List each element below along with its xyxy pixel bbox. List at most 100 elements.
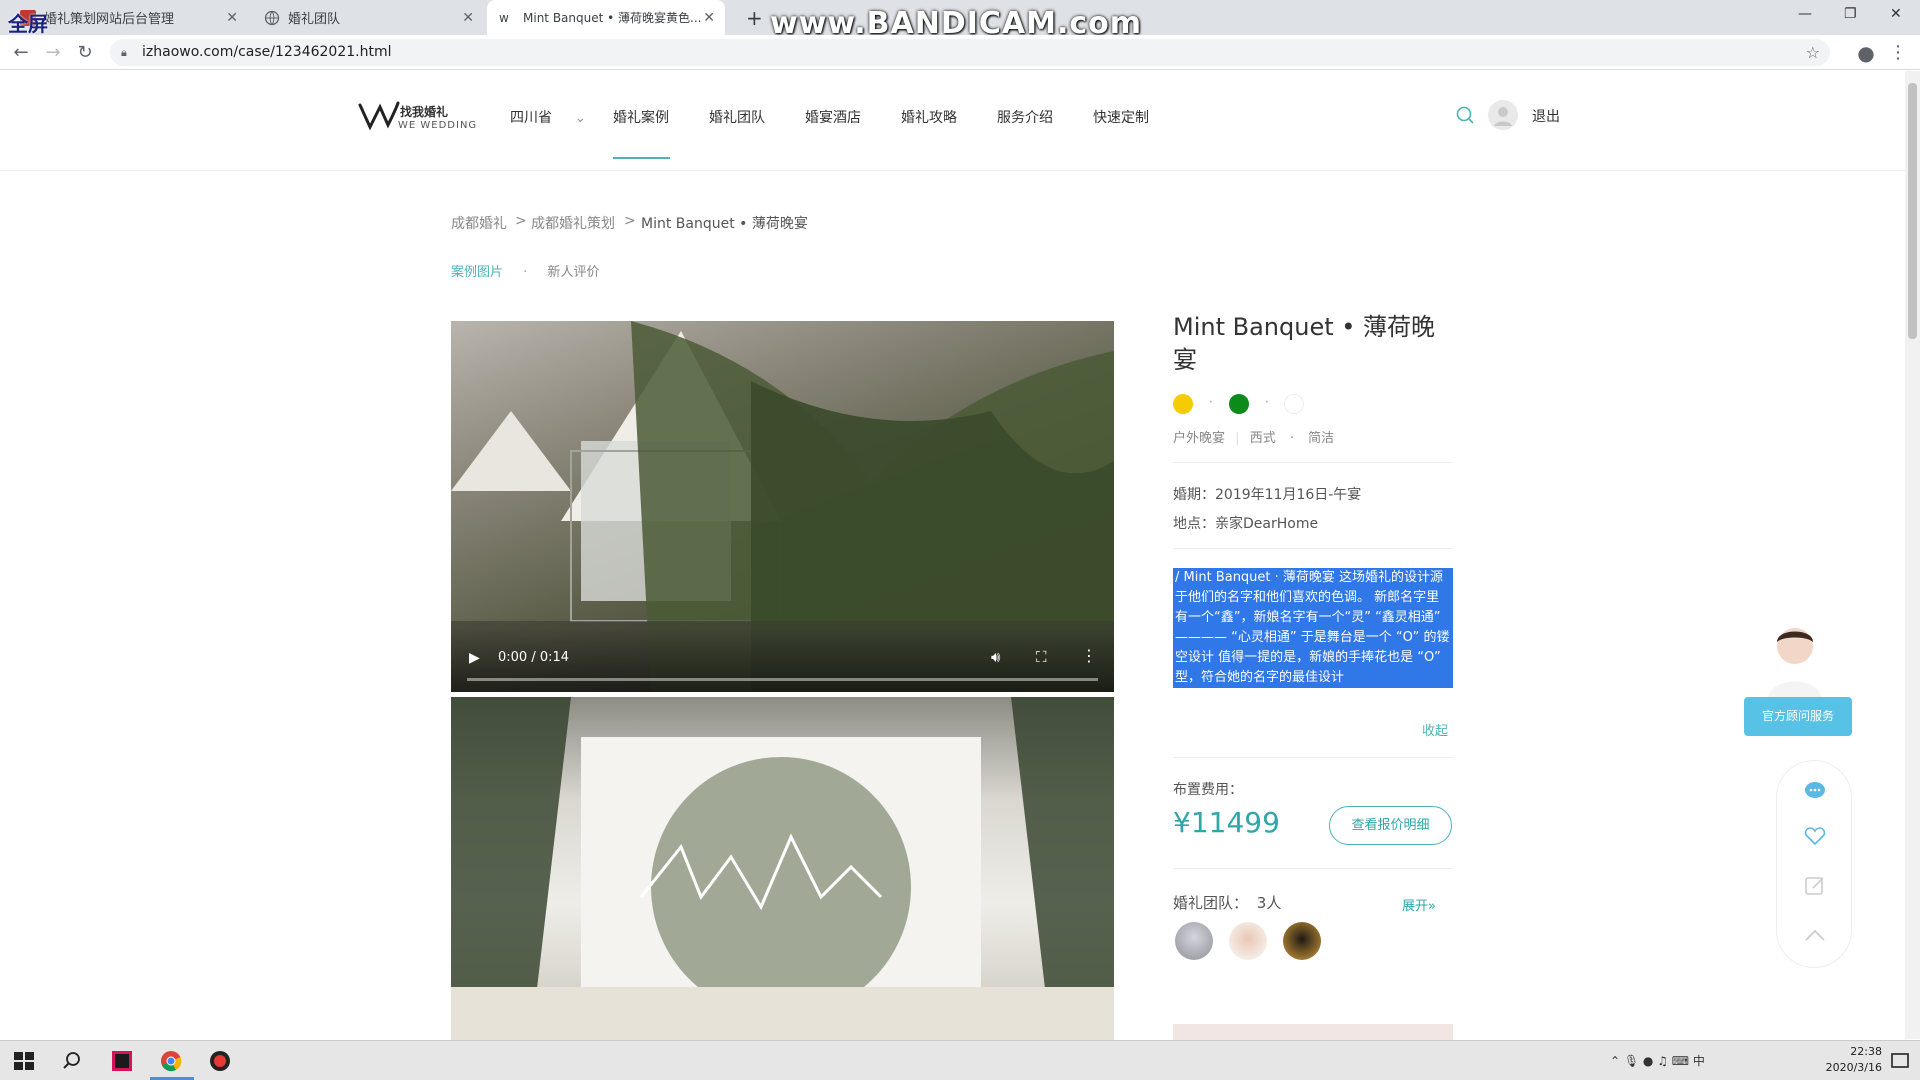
official-consultant-button[interactable]: 官方顾问服务 bbox=[1744, 697, 1852, 736]
region-select[interactable]: 四川省 ⌄ bbox=[510, 107, 586, 127]
address-bar-row: ← → ↻ 🔒︎ izhaowo.com/case/123462021.html… bbox=[0, 35, 1920, 70]
user-avatar[interactable] bbox=[1488, 100, 1518, 130]
case-video[interactable]: ▶ 0:00 / 0:14 🔊︎ ⛶ ⋮ bbox=[451, 321, 1114, 692]
back-icon[interactable]: ← bbox=[10, 42, 32, 64]
tag: 简洁 bbox=[1308, 431, 1335, 446]
team-count: 3人 bbox=[1256, 894, 1282, 912]
breadcrumb-separator: > bbox=[624, 213, 636, 229]
case-description: / Mint Banquet · 薄荷晚宴 这场婚礼的设计源于他们的名字和他们喜… bbox=[1173, 568, 1453, 688]
search-icon[interactable] bbox=[1455, 105, 1475, 125]
close-tab-icon[interactable]: ✕ bbox=[462, 10, 474, 26]
tag-separator: · bbox=[1289, 431, 1294, 446]
site-logo-icon: ᴡ bbox=[499, 10, 509, 25]
video-controls: ▶ 0:00 / 0:14 🔊︎ ⛶ ⋮ bbox=[451, 628, 1114, 692]
divider bbox=[1173, 868, 1453, 869]
close-window-icon[interactable]: ✕ bbox=[1890, 6, 1902, 22]
minimize-icon[interactable]: — bbox=[1798, 6, 1812, 22]
case-tags: 户外晚宴 | 西式 · 简洁 bbox=[1173, 427, 1334, 446]
team-label: 婚礼团队： 3人 bbox=[1173, 892, 1281, 913]
consultant-avatar[interactable] bbox=[1760, 620, 1830, 698]
clock-date: 2020/3/16 bbox=[1825, 1061, 1882, 1074]
nav-custom[interactable]: 快速定制 bbox=[1093, 107, 1149, 127]
play-icon[interactable]: ▶ bbox=[469, 650, 480, 666]
windows-start-icon[interactable] bbox=[12, 1049, 36, 1073]
tab-title: 婚礼策划网站后台管理 bbox=[44, 12, 175, 27]
nav-cases[interactable]: 婚礼案例 bbox=[613, 107, 669, 127]
divider bbox=[1173, 548, 1453, 549]
bookmark-star-icon[interactable]: ☆ bbox=[1806, 39, 1820, 66]
related-card-preview[interactable] bbox=[1173, 1024, 1453, 1040]
swatch-separator: · bbox=[1209, 395, 1213, 409]
stage-photo-image bbox=[451, 697, 1114, 1040]
menu-dots-icon[interactable]: ⋮ bbox=[1887, 42, 1909, 64]
nav-team[interactable]: 婚礼团队 bbox=[709, 107, 765, 127]
view-quote-button[interactable]: 查看报价明细 bbox=[1329, 806, 1452, 845]
team-member-avatar[interactable] bbox=[1175, 922, 1213, 960]
heart-icon[interactable] bbox=[1803, 824, 1827, 848]
tab-reviews[interactable]: 新人评价 bbox=[547, 265, 599, 280]
wedding-venue: 地点：亲家DearHome bbox=[1173, 513, 1318, 533]
team-member-avatar[interactable] bbox=[1283, 922, 1321, 960]
url-field[interactable]: 🔒︎ izhaowo.com/case/123462021.html ☆ bbox=[110, 39, 1830, 66]
expand-team-link[interactable]: 展开» bbox=[1402, 895, 1436, 914]
profile-icon[interactable]: ● bbox=[1855, 42, 1877, 64]
globe-icon bbox=[264, 10, 280, 26]
tab-case-photos[interactable]: 案例图片 bbox=[451, 265, 503, 280]
chat-icon[interactable] bbox=[1803, 779, 1827, 803]
reload-icon[interactable]: ↻ bbox=[74, 42, 96, 64]
close-tab-icon[interactable]: ✕ bbox=[226, 10, 238, 26]
lock-icon: 🔒︎ bbox=[121, 46, 127, 59]
new-tab-button[interactable]: + bbox=[734, 0, 764, 35]
swatch-separator: · bbox=[1265, 395, 1269, 409]
active-nav-indicator bbox=[613, 157, 670, 159]
team-label-text: 婚礼团队： bbox=[1173, 894, 1249, 912]
url-text: izhaowo.com/case/123462021.html bbox=[142, 44, 392, 60]
tag: 西式 bbox=[1249, 431, 1276, 446]
wedding-date: 婚期：2019年11月16日-午宴 bbox=[1173, 484, 1361, 504]
case-photo[interactable] bbox=[451, 697, 1114, 1040]
site-header: 找我婚礼 WE WEDDING 四川省 ⌄ 婚礼案例 婚礼团队 婚宴酒店 婚礼攻… bbox=[0, 71, 1905, 171]
browser-tab[interactable]: 婚礼团队 ✕ bbox=[252, 0, 484, 35]
page-scrollbar[interactable] bbox=[1905, 71, 1920, 1039]
fullscreen-icon[interactable]: ⛶ bbox=[1036, 648, 1047, 666]
edit-icon[interactable] bbox=[1803, 874, 1827, 898]
nav-hotels[interactable]: 婚宴酒店 bbox=[805, 107, 861, 127]
nav-services[interactable]: 服务介绍 bbox=[997, 107, 1053, 127]
system-clock[interactable]: 22:38 2020/3/16 bbox=[1800, 1044, 1882, 1076]
date-label: 婚期： bbox=[1173, 487, 1215, 503]
chevron-down-icon: ⌄ bbox=[574, 110, 587, 126]
scrollbar-thumb[interactable] bbox=[1908, 83, 1917, 339]
site-logo[interactable]: 找我婚礼 WE WEDDING bbox=[358, 99, 478, 139]
close-tab-icon[interactable]: ✕ bbox=[703, 10, 715, 26]
ide-app-icon[interactable] bbox=[110, 1049, 134, 1073]
breadcrumb-current: Mint Banquet • 薄荷晚宴 bbox=[641, 216, 808, 232]
region-label: 四川省 bbox=[510, 110, 552, 126]
logout-link[interactable]: 退出 bbox=[1532, 106, 1560, 126]
nav-guides[interactable]: 婚礼攻略 bbox=[901, 107, 957, 127]
chrome-icon[interactable] bbox=[159, 1049, 183, 1073]
video-progress-track[interactable] bbox=[467, 678, 1098, 681]
fee-label: 布置费用： bbox=[1173, 782, 1243, 798]
color-swatch-white bbox=[1284, 394, 1304, 414]
search-icon[interactable] bbox=[60, 1049, 84, 1073]
system-tray[interactable]: ⌃ 🎙︎ ● ♫ ⌨ 中 bbox=[1610, 1052, 1705, 1069]
maximize-icon[interactable]: ❐ bbox=[1844, 6, 1857, 22]
back-to-top-icon[interactable] bbox=[1803, 924, 1827, 948]
case-title: Mint Banquet • 薄荷晚宴 bbox=[1173, 313, 1436, 374]
venue-value: 亲家DearHome bbox=[1215, 516, 1319, 532]
more-options-icon[interactable]: ⋮ bbox=[1081, 646, 1097, 665]
tab-title: Mint Banquet • 薄荷晚宴黄色... bbox=[523, 11, 702, 25]
collapse-link[interactable]: 收起 bbox=[1422, 720, 1448, 739]
divider bbox=[1173, 757, 1453, 758]
volume-icon[interactable]: 🔊︎ bbox=[991, 648, 1000, 666]
team-member-avatar[interactable] bbox=[1229, 922, 1267, 960]
notifications-icon[interactable] bbox=[1888, 1049, 1912, 1073]
browser-tab-active[interactable]: ᴡ Mint Banquet • 薄荷晚宴黄色... ✕ bbox=[487, 0, 725, 35]
breadcrumb-item[interactable]: 成都婚礼策划 bbox=[531, 213, 615, 233]
forward-icon[interactable]: → bbox=[42, 42, 64, 64]
venue-label: 地点： bbox=[1173, 516, 1215, 532]
recorder-icon[interactable] bbox=[208, 1049, 232, 1073]
price: ¥11499 bbox=[1173, 806, 1280, 839]
clock-time: 22:38 bbox=[1850, 1045, 1882, 1058]
breadcrumb-item[interactable]: 成都婚礼 bbox=[451, 213, 507, 233]
